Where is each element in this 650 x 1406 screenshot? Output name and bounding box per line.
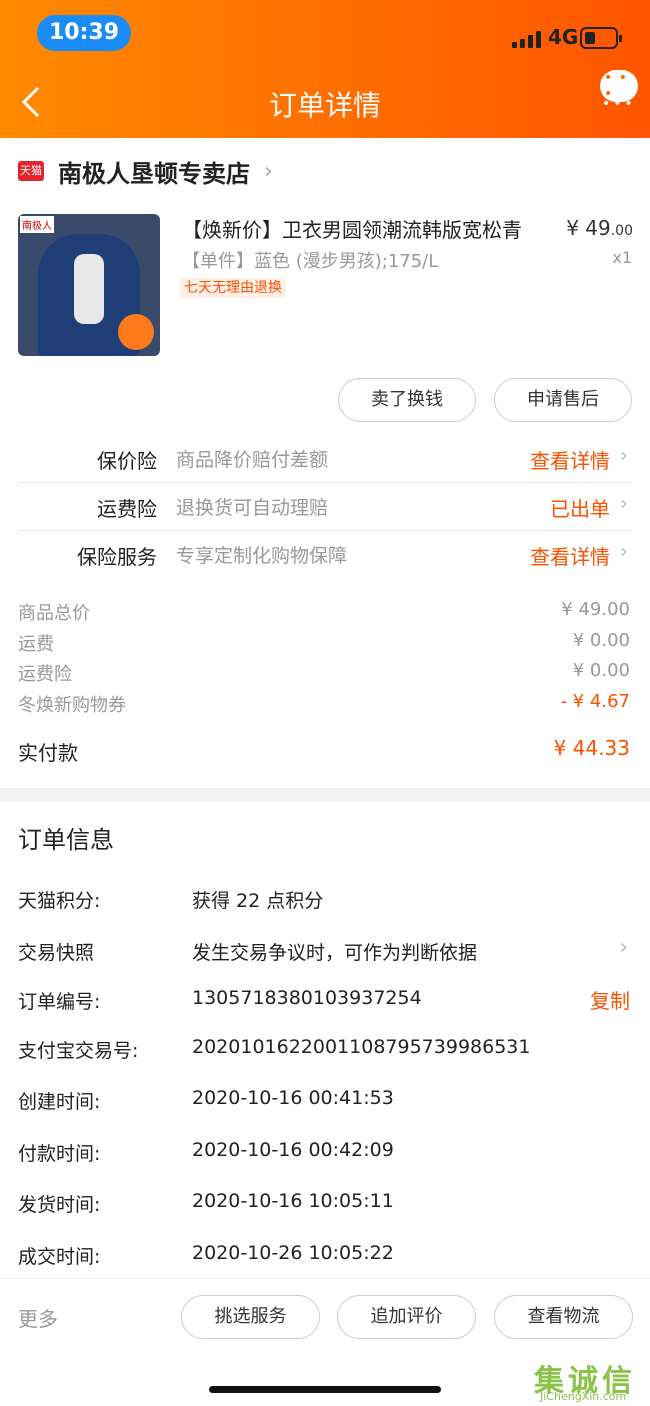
watermark: 集诚信 JiChengXin.com (534, 1356, 650, 1406)
insurance-row-price-protect[interactable]: 保价险 商品降价赔付差额 查看详情 › (18, 435, 632, 483)
summary-value: ¥ 49.00 (561, 599, 630, 620)
home-indicator[interactable] (209, 1386, 441, 1393)
network-label: 4G (548, 25, 579, 49)
price-currency: ¥ (566, 216, 579, 240)
paid-label: 实付款 (18, 741, 78, 765)
brand-logo: 南极人 (20, 216, 54, 233)
insurance-link[interactable]: 查看详情 (530, 445, 610, 474)
info-label: 付款时间: (18, 1143, 101, 1165)
info-label: 创建时间: (18, 1091, 101, 1113)
chevron-right-icon[interactable]: › (619, 935, 628, 960)
insurance-link[interactable]: 已出单 (550, 493, 610, 522)
status-time: 10:39 (37, 15, 131, 51)
shop-name[interactable]: 南极人垦顿专卖店 (58, 154, 250, 189)
summary-value: ¥ 0.00 (572, 630, 630, 651)
price-decimal: .00 (610, 223, 633, 239)
battery-icon (580, 27, 622, 49)
insurance-row-shipping[interactable]: 运费险 退换货可自动理赔 已出单 › (18, 483, 632, 531)
chevron-right-icon: › (620, 443, 628, 467)
summary-label: 冬焕新购物券 (18, 695, 126, 716)
return-policy-tag: 七天无理由退换 (180, 278, 286, 298)
insurance-desc: 专享定制化购物保障 (176, 545, 348, 567)
add-review-button[interactable]: 追加评价 (337, 1295, 476, 1339)
insurance-row-service[interactable]: 保险服务 专享定制化购物保障 查看详情 › (18, 531, 632, 579)
print-figure (74, 254, 104, 324)
summary-value-discount: - ¥ 4.67 (560, 691, 630, 712)
after-sale-button[interactable]: 申请售后 (494, 378, 632, 422)
info-value: 2020-10-16 10:05:11 (192, 1190, 394, 1212)
watermark-url: JiChengXin.com (540, 1390, 627, 1403)
info-value: 2020-10-16 00:41:53 (192, 1087, 394, 1109)
fleece-badge-icon (118, 314, 154, 350)
product-price: ¥ 49.00 (566, 216, 633, 240)
info-value: 2020101622001108795739986531 (192, 1036, 531, 1058)
insurance-desc: 退换货可自动理赔 (176, 497, 329, 519)
info-value: 2020-10-16 00:42:09 (192, 1139, 394, 1161)
product-title[interactable]: 【焕新价】卫衣男圆领潮流韩版宽松青 (182, 214, 537, 243)
more-dots-icon[interactable]: ••• (602, 96, 636, 112)
sell-button[interactable]: 卖了换钱 (338, 378, 476, 422)
info-label: 成交时间: (18, 1246, 101, 1268)
page-title: 订单详情 (268, 89, 381, 122)
shop-header[interactable]: 天猫 南极人垦顿专卖店 › (18, 154, 273, 189)
chevron-right-icon: › (620, 539, 628, 563)
insurance-label: 保险服务 (77, 545, 157, 569)
insurance-desc: 商品降价赔付差额 (176, 449, 329, 471)
info-label[interactable]: 交易快照 (18, 938, 94, 965)
summary-label: 商品总价 (18, 603, 90, 624)
info-value: 获得 22 点积分 (192, 890, 324, 912)
price-integer: 49 (585, 216, 611, 240)
chevron-right-icon: › (264, 158, 273, 184)
product-image[interactable]: 南极人 (18, 214, 160, 356)
insurance-label: 运费险 (97, 497, 157, 521)
more-button[interactable]: 更多 (18, 1303, 58, 1332)
insurance-label: 保价险 (97, 449, 157, 473)
info-label: 支付宝交易号: (18, 1040, 139, 1062)
info-label: 订单编号: (18, 991, 101, 1013)
summary-value: ¥ 0.00 (572, 660, 630, 681)
info-value[interactable]: 发生交易争议时，可作为判断依据 (192, 938, 477, 965)
copy-button[interactable]: 复制 (590, 985, 630, 1014)
header: 10:39 4G 订单详情 • • • (0, 0, 650, 138)
view-logistics-button[interactable]: 查看物流 (494, 1295, 633, 1339)
info-value: 2020-10-26 10:05:22 (192, 1242, 394, 1264)
product-quantity: x1 (612, 248, 632, 267)
summary-label: 运费险 (18, 664, 72, 685)
paid-value: ¥ 44.33 (553, 736, 630, 760)
summary-label: 运费 (18, 634, 54, 655)
section-divider (0, 788, 650, 802)
signal-icon (512, 30, 541, 48)
order-info-title: 订单信息 (18, 826, 114, 854)
tmall-badge: 天猫 (18, 161, 44, 181)
info-value: 1305718380103937254 (192, 987, 422, 1009)
select-service-button[interactable]: 挑选服务 (181, 1295, 320, 1339)
info-label: 天猫积分: (18, 890, 101, 912)
insurance-link[interactable]: 查看详情 (530, 541, 610, 570)
info-label: 发货时间: (18, 1194, 101, 1216)
chevron-right-icon: › (620, 491, 628, 515)
product-sku: 【单件】蓝色 (漫步男孩);175/L (182, 251, 439, 272)
